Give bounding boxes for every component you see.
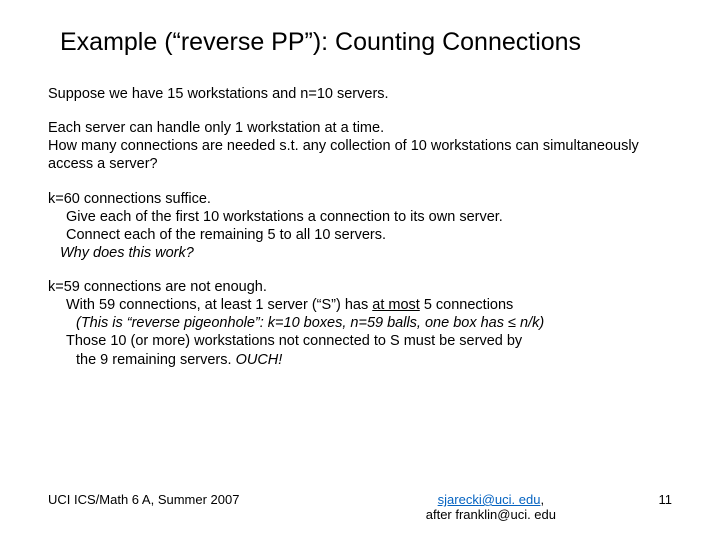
footer-contact: sjarecki@uci. edu, after franklin@uci. e… bbox=[343, 492, 638, 522]
slide-footer: UCI ICS/Math 6 A, Summer 2007 sjarecki@u… bbox=[48, 492, 672, 522]
footer-comma: , bbox=[540, 492, 544, 507]
paragraph-suffice: k=60 connections suffice. Give each of t… bbox=[48, 190, 672, 263]
notenough-l1-post: 5 connections bbox=[420, 297, 514, 313]
notenough-head: k=59 connections are not enough. bbox=[48, 279, 267, 295]
notenough-l4-pre: the 9 remaining servers. bbox=[76, 352, 236, 368]
notenough-line4: the 9 remaining servers. OUCH! bbox=[48, 351, 282, 369]
setup-text: Suppose we have 15 workstations and n=10… bbox=[48, 86, 389, 102]
paragraph-notenough: k=59 connections are not enough. With 59… bbox=[48, 278, 672, 369]
notenough-ouch: OUCH! bbox=[236, 352, 283, 368]
suffice-head: k=60 connections suffice. bbox=[48, 191, 211, 207]
slide: Example (“reverse PP”): Counting Connect… bbox=[0, 0, 720, 540]
page-number: 11 bbox=[639, 492, 673, 507]
paragraph-constraints: Each server can handle only 1 workstatio… bbox=[48, 119, 672, 173]
suffice-why: Why does this work? bbox=[48, 244, 194, 262]
notenough-line3: Those 10 (or more) workstations not conn… bbox=[48, 332, 522, 350]
slide-title: Example (“reverse PP”): Counting Connect… bbox=[48, 28, 672, 57]
suffice-step2: Connect each of the remaining 5 to all 1… bbox=[48, 226, 386, 244]
footer-after-text: after franklin@uci. edu bbox=[426, 507, 556, 522]
notenough-l1-pre: With 59 connections, at least 1 server (… bbox=[66, 297, 372, 313]
constraint-line1: Each server can handle only 1 workstatio… bbox=[48, 120, 384, 136]
notenough-parenthetical: (This is “reverse pigeonhole”: k=10 boxe… bbox=[48, 314, 544, 332]
footer-course: UCI ICS/Math 6 A, Summer 2007 bbox=[48, 492, 343, 507]
constraint-line2: How many connections are needed s.t. any… bbox=[48, 138, 639, 172]
notenough-l1-u: at most bbox=[372, 297, 420, 313]
suffice-step1: Give each of the first 10 workstations a… bbox=[48, 208, 503, 226]
footer-email-link[interactable]: sjarecki@uci. edu bbox=[438, 492, 541, 507]
paragraph-setup: Suppose we have 15 workstations and n=10… bbox=[48, 85, 672, 103]
notenough-line1: With 59 connections, at least 1 server (… bbox=[48, 296, 513, 314]
